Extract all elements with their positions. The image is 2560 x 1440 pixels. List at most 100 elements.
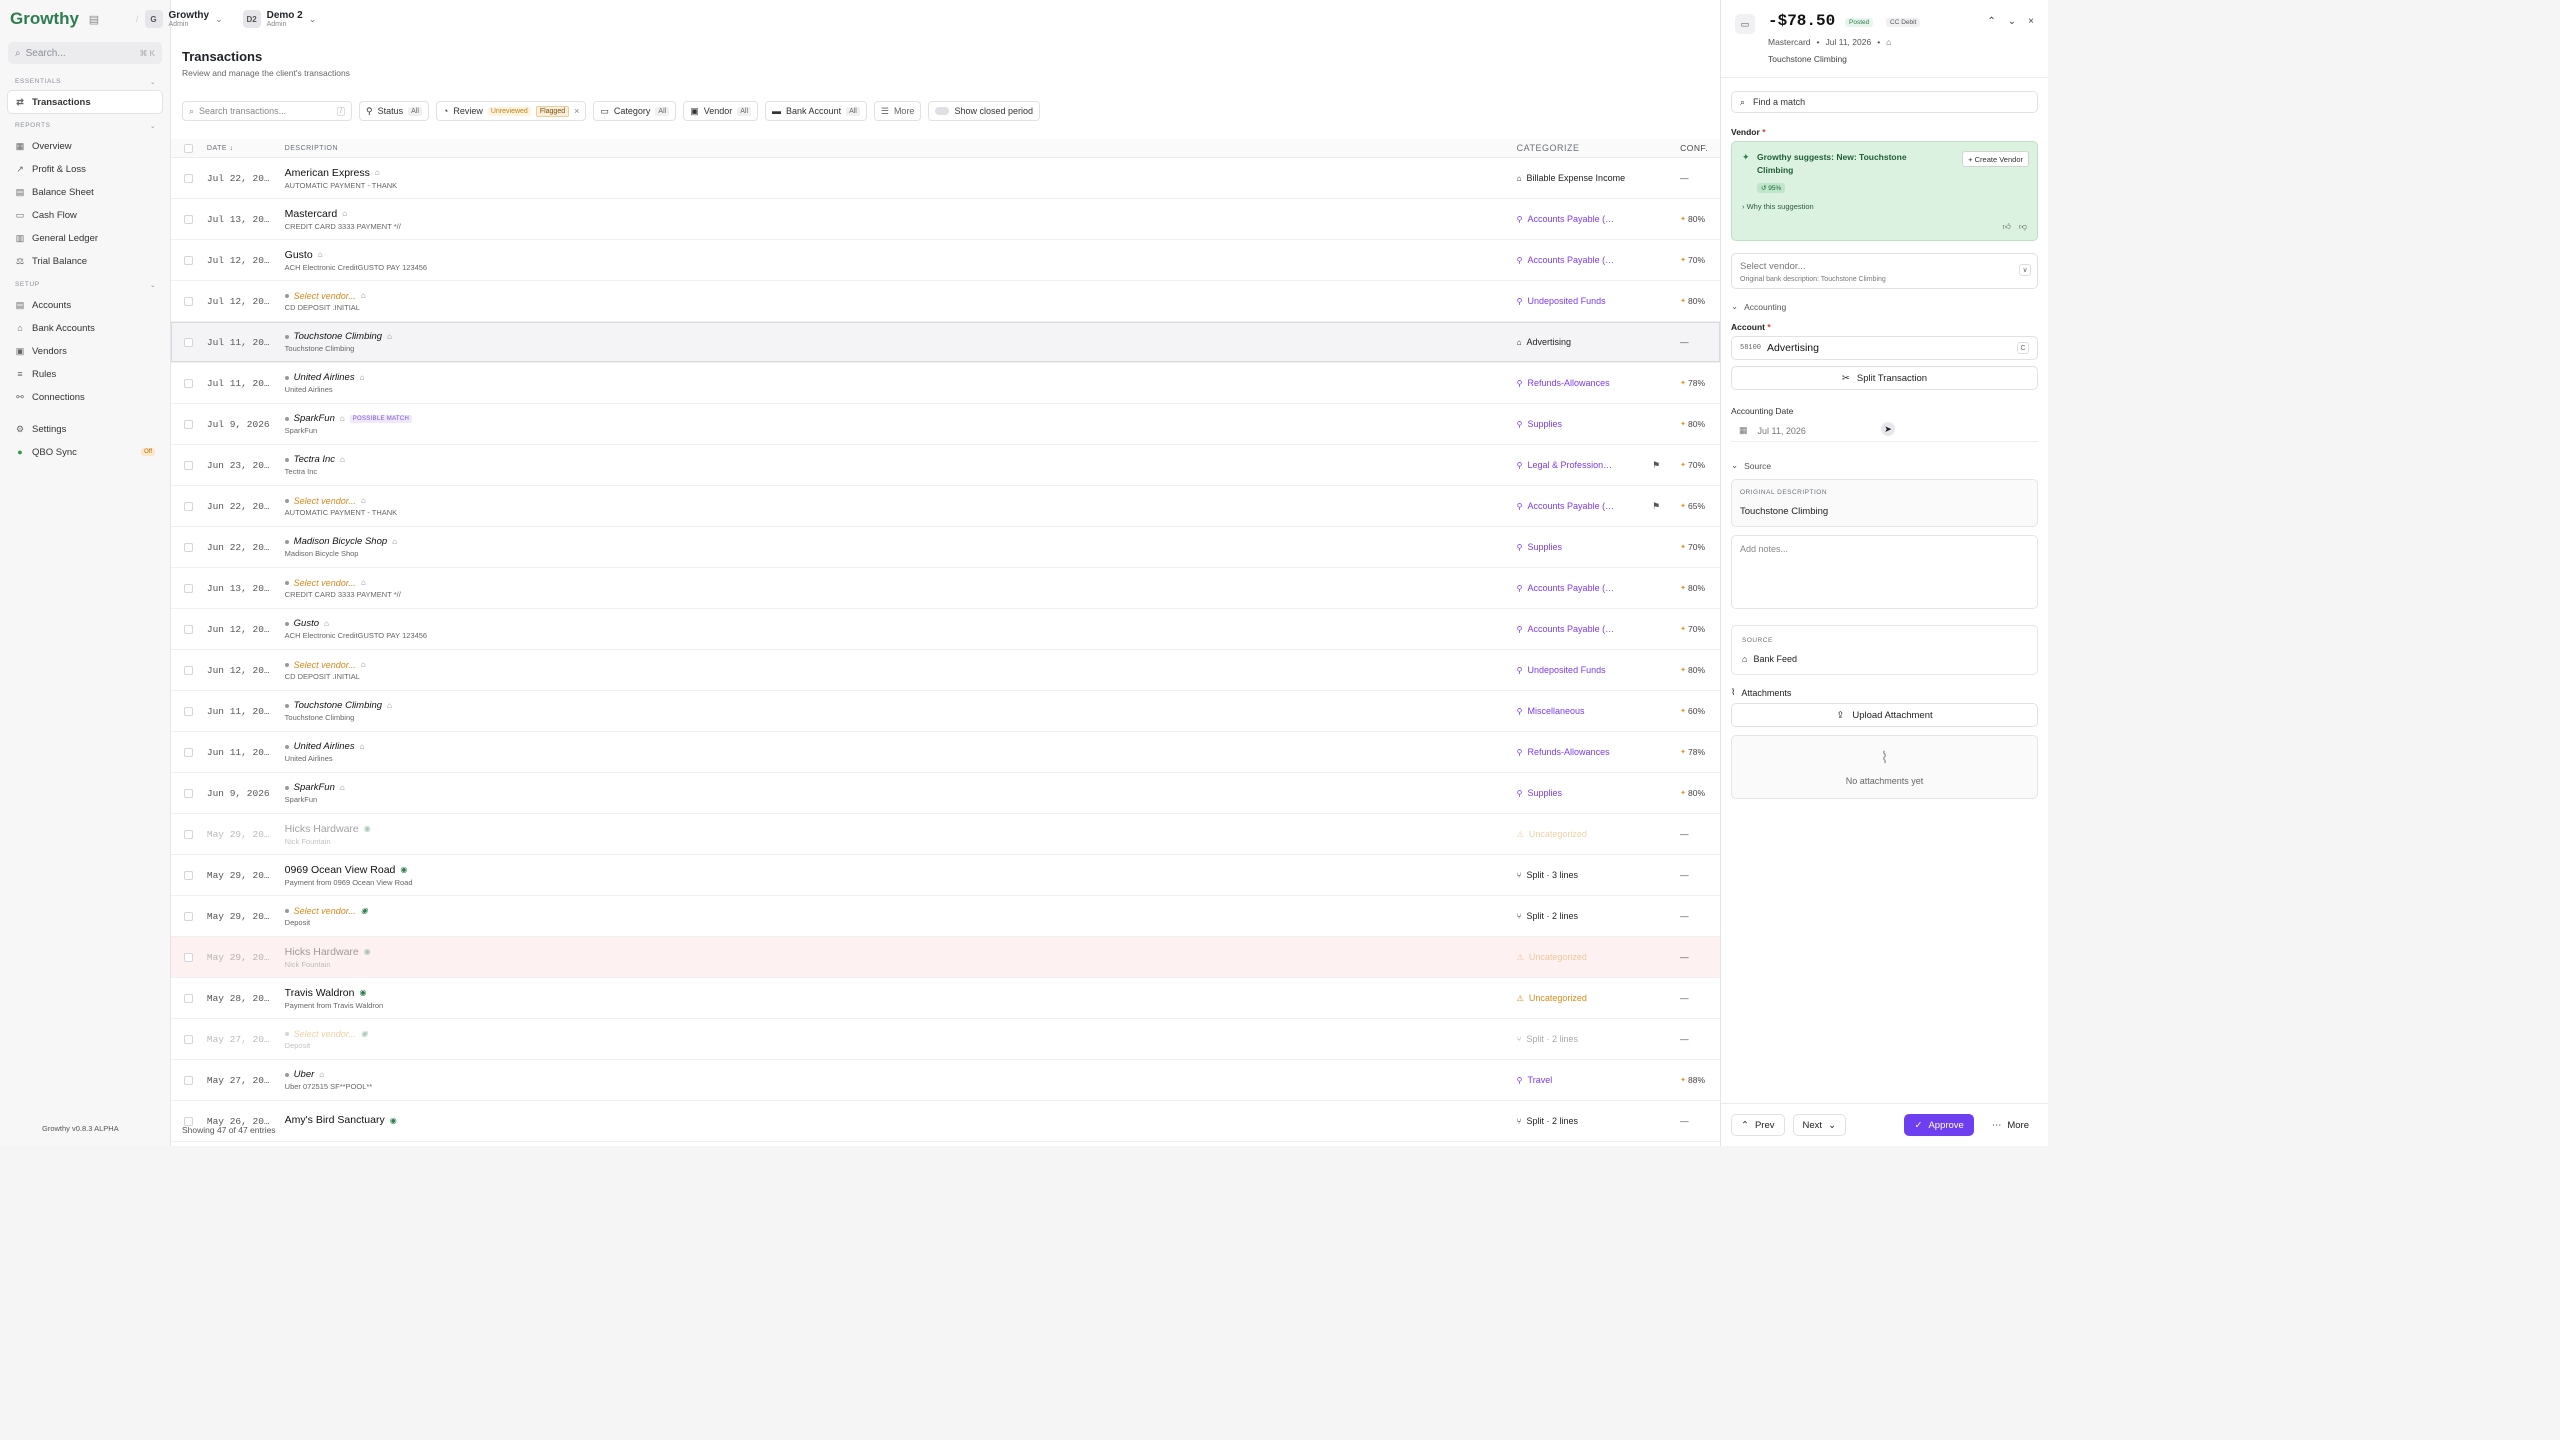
row-category[interactable]: ⑂ Split · 2 lines [1517,1034,1661,1044]
row-checkbox[interactable] [184,337,194,347]
row-category[interactable]: ⚲ Accounts Payable (… [1517,255,1661,265]
row-category[interactable]: ⚲ Accounts Payable (… [1517,583,1661,593]
row-vendor[interactable]: Travis Waldron ◉ [285,987,1517,999]
row-vendor[interactable]: Tectra Inc ⌂ [284,454,1517,465]
table-row[interactable]: May 29, 20… Hicks Hardware ◉ Nick Fountain ⚠… [171,937,1720,978]
table-row[interactable]: Jun 13, 20… Select vendor... ⌂ CREDIT CARD … [171,568,1720,609]
row-vendor[interactable]: Touchstone Climbing ⌂ [284,700,1517,711]
next-button[interactable]: Next ⌄ [1792,1114,1847,1136]
nav-section-reports[interactable]: REPORTS ⌄ [0,114,170,134]
row-category[interactable]: ⚲ Refunds-Allowances [1517,378,1661,388]
table-row[interactable]: Jun 12, 20… Gusto ⌂ ACH Electronic CreditGU… [171,609,1720,650]
row-vendor[interactable]: Madison Bicycle Shop ⌂ [284,536,1517,547]
row-category[interactable]: ⚲ Supplies [1517,542,1661,552]
bank-account-filter[interactable]: ▬ Bank Account All [765,101,867,121]
row-checkbox[interactable] [184,296,194,306]
row-checkbox[interactable] [184,993,194,1003]
table-row[interactable]: Jul 9, 2026 SparkFun ⌂ POSSIBLE MATCH SparkF… [171,404,1720,445]
row-checkbox[interactable] [184,911,194,921]
chevron-down-icon[interactable]: ⌄ [2008,16,2016,27]
sidebar-item-overview[interactable]: ▦ Overview [8,135,162,157]
notes-textarea[interactable]: Add notes... [1731,535,2038,609]
table-row[interactable]: May 26, 20… Amy's Bird Sanctuary ◉ ⑂ Split ·… [171,1101,1720,1142]
row-checkbox[interactable] [184,1034,194,1044]
row-checkbox[interactable] [184,542,194,552]
row-category[interactable]: ⑂ Split · 2 lines [1517,1116,1661,1126]
row-vendor[interactable]: Mastercard ⌂ [285,208,1517,220]
row-category[interactable]: ⚠ Uncategorized [1517,829,1661,839]
table-row[interactable]: Jun 22, 20… Select vendor... ⌂ AUTOMATIC PA… [171,486,1720,527]
row-vendor[interactable]: Touchstone Climbing ⌂ [284,331,1517,342]
table-row[interactable]: Jul 13, 20… Mastercard ⌂ CREDIT CARD 3333 P… [171,199,1720,240]
row-vendor[interactable]: SparkFun ⌂ [284,782,1517,793]
row-category[interactable]: ⚲ Accounts Payable (… [1517,214,1661,224]
row-category[interactable]: ⚲ Refunds-Allowances [1517,747,1661,757]
row-vendor[interactable]: American Express ⌂ [285,167,1517,179]
sidebar-item-connections[interactable]: ⚯ Connections [8,386,162,408]
row-vendor[interactable]: Select vendor... ◉ [284,1029,1517,1039]
review-filter[interactable]: ◔ Review Unreviewed Flagged × [435,101,587,121]
category-filter[interactable]: ▭ Category All [593,101,677,121]
sidebar-item-balance-sheet[interactable]: ▤ Balance Sheet [8,181,162,203]
sidebar-item-general-ledger[interactable]: ▥ General Ledger [8,227,162,249]
sidebar-item-trial-balance[interactable]: ⚖ Trial Balance [8,250,162,272]
row-checkbox[interactable] [184,460,194,470]
vendor-select[interactable]: Select vendor... Original bank descripti… [1731,253,2038,289]
table-row[interactable]: Jul 12, 20… Select vendor... ⌂ CD DEPOSIT .… [171,281,1720,322]
table-row[interactable]: Jun 23, 20… Tectra Inc ⌂ Tectra Inc ⚲ Legal &… [171,445,1720,486]
more-filters-button[interactable]: ☰ More [873,101,922,121]
row-category[interactable]: ⚲ Legal & Profession… ⚑ [1517,460,1661,471]
row-checkbox[interactable] [184,214,194,224]
row-vendor[interactable]: Amy's Bird Sanctuary ◉ [285,1114,1517,1126]
row-checkbox[interactable] [184,665,194,675]
row-vendor[interactable]: United Airlines ⌂ [284,741,1517,752]
upload-attachment-button[interactable]: ⇪ Upload Attachment [1731,703,2038,727]
row-vendor[interactable]: Gusto ⌂ [285,249,1517,261]
row-checkbox[interactable] [184,829,194,839]
row-checkbox[interactable] [184,952,194,962]
account-select[interactable]: 58100 Advertising C [1731,336,2038,360]
sidebar-item-accounts[interactable]: ▤ Accounts [8,294,162,316]
thumbs-down-icon[interactable]: 👎︎ [2019,222,2027,232]
table-row[interactable]: Jun 11, 20… United Airlines ⌂ United Airlin… [171,732,1720,773]
create-vendor-button[interactable]: + Create Vendor [1962,151,2029,167]
status-filter[interactable]: ⚲ Status All [359,101,429,121]
client-switcher[interactable]: D2 Demo 2 Admin ⌄ [242,10,316,29]
row-category[interactable]: ⑂ Split · 3 lines [1517,870,1661,880]
row-vendor[interactable]: Gusto ⌂ [284,618,1517,629]
row-checkbox[interactable] [184,870,194,880]
table-row[interactable]: Jun 9, 2026 SparkFun ⌂ SparkFun ⚲ Supplies ✦ 80… [171,773,1720,814]
row-vendor[interactable]: Select vendor... ⌂ [284,578,1517,588]
table-row[interactable]: May 28, 20… Travis Waldron ◉ Payment from T… [171,978,1720,1019]
vendor-filter[interactable]: ▣ Vendor All [683,101,759,121]
table-row[interactable]: Jul 11, 20… Touchstone Climbing ⌂ Touchston… [171,322,1720,363]
row-category[interactable]: ⚲ Accounts Payable (… ⚑ [1517,501,1661,512]
table-row[interactable]: May 29, 20… 0969 Ocean View Road ◉ Payment … [171,855,1720,896]
row-category[interactable]: ⚲ Undeposited Funds [1517,296,1661,306]
find-match-input[interactable]: ⌕ Find a match [1731,91,2038,113]
row-vendor[interactable]: Select vendor... ⌂ [284,496,1517,506]
why-suggestion-toggle[interactable]: › Why this suggestion [1742,202,1814,211]
table-row[interactable]: May 27, 20… Select vendor... ◉ Deposit ⑂ Spli… [171,1019,1720,1060]
source-section-toggle[interactable]: ⌄ Source [1731,460,2038,471]
transaction-search-input[interactable]: ⌕ Search transactions... / [182,101,352,121]
sidebar-item-settings[interactable]: ⚙ Settings [8,418,162,440]
close-icon[interactable]: × [2028,16,2034,27]
row-checkbox[interactable] [184,255,194,265]
row-vendor[interactable]: Hicks Hardware ◉ [285,946,1517,958]
row-checkbox[interactable] [184,419,194,429]
row-vendor[interactable]: Select vendor... ⌂ [284,291,1517,301]
row-checkbox[interactable] [184,706,194,716]
row-vendor[interactable]: 0969 Ocean View Road ◉ [285,864,1517,876]
sidebar-item-rules[interactable]: ≡ Rules [8,363,162,385]
table-row[interactable]: Jul 11, 20… United Airlines ⌂ United Airlin… [171,363,1720,404]
sidebar-item-profit-loss[interactable]: ↗ Profit & Loss [8,158,162,180]
row-vendor[interactable]: Select vendor... ◉ [284,906,1517,916]
table-row[interactable]: May 29, 20… Hicks Hardware ◉ Nick Fountain ⚠… [171,814,1720,855]
table-row[interactable]: Jul 22, 20… American Express ⌂ AUTOMATIC PA… [171,158,1720,199]
nav-section-setup[interactable]: SETUP ⌄ [0,273,170,293]
row-checkbox[interactable] [184,501,194,511]
close-icon[interactable]: × [574,106,579,116]
org-switcher[interactable]: / G Growthy Admin ⌄ [136,10,223,29]
sidebar-item-cash-flow[interactable]: ▭ Cash Flow [8,204,162,226]
